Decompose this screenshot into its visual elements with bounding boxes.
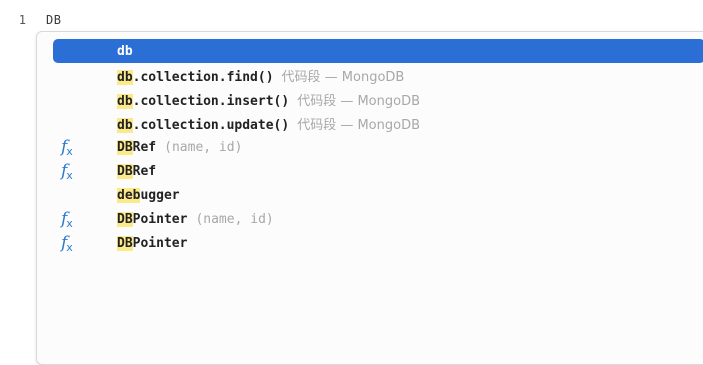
label-rest: Pointer bbox=[132, 235, 188, 251]
label-rest: Ref bbox=[132, 139, 157, 155]
match-highlight: DB bbox=[117, 235, 133, 251]
suggestion-list: db db.collection.find() 代码段 — MongoDB db.… bbox=[37, 39, 703, 255]
suggestion-item-collection-find[interactable]: db.collection.find() 代码段 — MongoDB bbox=[37, 63, 703, 87]
suggestion-item-dbpointer[interactable]: fx DBPointer bbox=[37, 231, 703, 255]
suggestion-item-db[interactable]: db bbox=[53, 39, 703, 63]
suggestion-item-collection-insert[interactable]: db.collection.insert() 代码段 — MongoDB bbox=[37, 87, 703, 111]
suggestion-label: db.collection.find() 代码段 — MongoDB bbox=[117, 66, 404, 85]
suggestion-label: DBPointer bbox=[117, 235, 188, 251]
match-highlight: DB bbox=[117, 139, 133, 155]
suggestion-label: debugger bbox=[117, 187, 180, 203]
autocomplete-popup: db db.collection.find() 代码段 — MongoDB db.… bbox=[36, 31, 703, 365]
suggestion-detail: 代码段 — MongoDB bbox=[281, 69, 405, 85]
suggestion-label: DBPointer (name, id) bbox=[117, 211, 274, 227]
label-rest: ugger bbox=[140, 187, 180, 203]
suggestion-item-dbpointer-signature[interactable]: fx DBPointer (name, id) bbox=[37, 207, 703, 231]
match-highlight: db bbox=[117, 69, 133, 85]
suggestion-label: db.collection.update() 代码段 — MongoDB bbox=[117, 114, 420, 133]
label-rest: Pointer bbox=[132, 211, 188, 227]
label-rest: .collection.find() bbox=[132, 69, 274, 85]
suggestion-item-dbref[interactable]: fx DBRef bbox=[37, 159, 703, 183]
match-highlight: DB bbox=[117, 211, 133, 227]
suggestion-detail: (name, id) bbox=[195, 211, 274, 227]
match-highlight: db bbox=[117, 43, 133, 59]
function-icon: fx bbox=[61, 137, 73, 158]
match-highlight: db bbox=[117, 117, 133, 133]
suggestion-label: DBRef (name, id) bbox=[117, 139, 243, 155]
suggestion-label: db bbox=[117, 44, 133, 59]
suggestion-item-debugger[interactable]: debugger bbox=[37, 183, 703, 207]
function-icon: fx bbox=[61, 233, 73, 254]
function-icon: fx bbox=[61, 209, 73, 230]
function-icon: fx bbox=[61, 161, 73, 182]
label-rest: .collection.update() bbox=[132, 117, 290, 133]
match-highlight: DB bbox=[117, 163, 133, 179]
editor-line-text[interactable]: DB bbox=[46, 13, 61, 27]
suggestion-item-collection-update[interactable]: db.collection.update() 代码段 — MongoDB bbox=[37, 111, 703, 135]
suggestion-item-dbref-signature[interactable]: fx DBRef (name, id) bbox=[37, 135, 703, 159]
line-number: 1 bbox=[18, 13, 26, 27]
label-rest: Ref bbox=[132, 163, 157, 179]
editor-line[interactable]: 1 DB bbox=[0, 10, 703, 30]
suggestion-detail: (name, id) bbox=[164, 139, 243, 155]
suggestion-label: DBRef bbox=[117, 163, 157, 179]
suggestion-detail: 代码段 — MongoDB bbox=[297, 117, 421, 133]
suggestion-detail: 代码段 — MongoDB bbox=[297, 93, 421, 109]
suggestion-label: db.collection.insert() 代码段 — MongoDB bbox=[117, 90, 420, 109]
match-highlight: db bbox=[117, 93, 133, 109]
label-rest: .collection.insert() bbox=[132, 93, 290, 109]
match-highlight: deb bbox=[117, 187, 141, 203]
